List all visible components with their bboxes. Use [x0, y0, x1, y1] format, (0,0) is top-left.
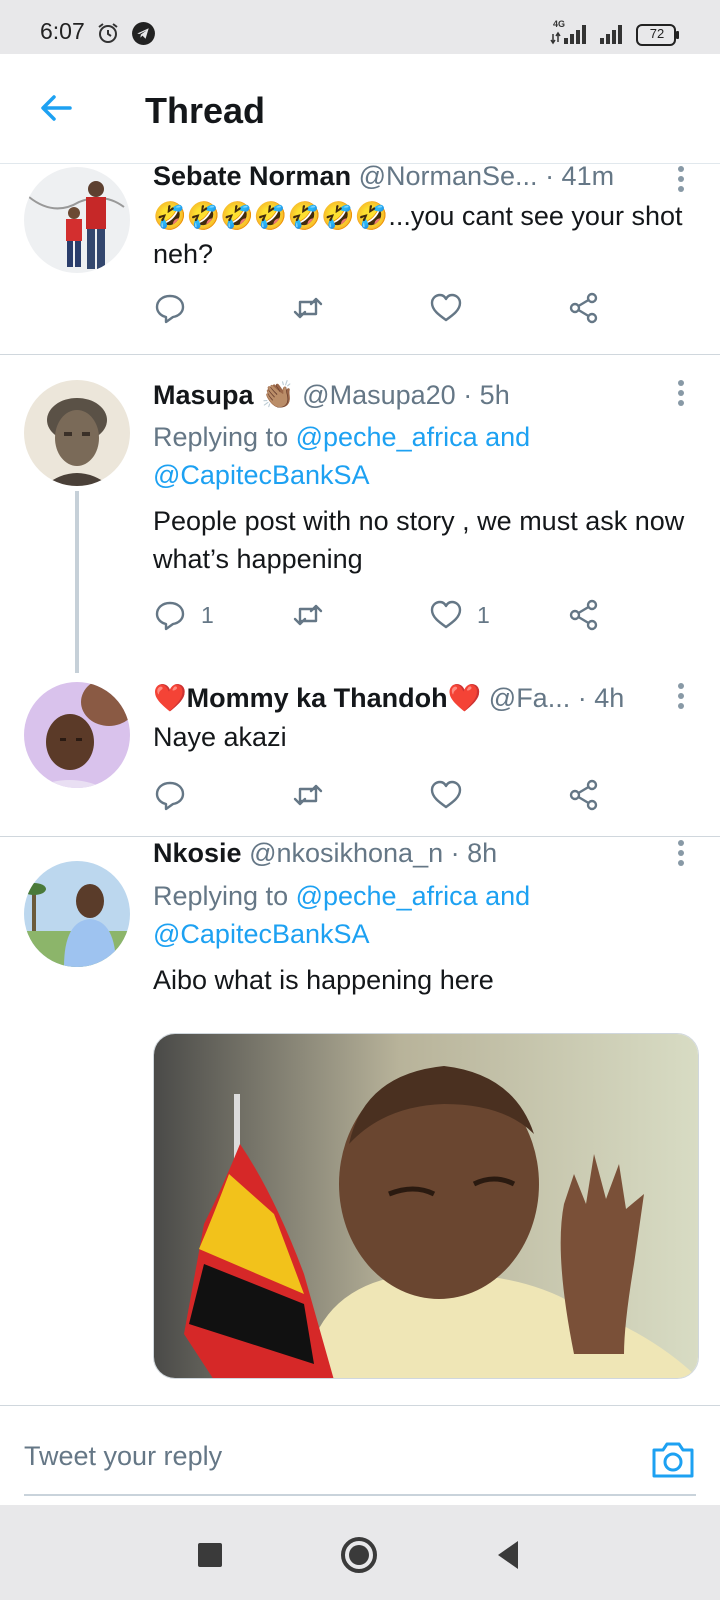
- share-button[interactable]: [567, 595, 601, 635]
- tweet-author-name[interactable]: Masupa 👏🏽: [153, 380, 295, 410]
- like-icon: [430, 780, 462, 809]
- share-icon: [569, 599, 598, 631]
- tweet-text: 🤣🤣🤣🤣🤣🤣🤣...you cant see your shot neh?: [153, 201, 683, 269]
- avatar[interactable]: [24, 861, 130, 967]
- status-bar: 6:07 4G 72: [0, 0, 720, 54]
- tweet-actions: 1 1: [153, 595, 673, 635]
- share-icon: [569, 292, 598, 324]
- system-nav-bar: [0, 1505, 720, 1600]
- tweet-timestamp: · 5h: [463, 380, 510, 410]
- tweet-timestamp: · 41m: [545, 161, 615, 191]
- tweet-actions: [153, 775, 673, 815]
- retweet-icon: [293, 297, 323, 319]
- tweet-timestamp: · 4h: [577, 683, 625, 713]
- retweet-button[interactable]: [291, 595, 325, 635]
- replying-and: and: [477, 422, 531, 452]
- tweet-author-handle[interactable]: @Fa...: [489, 683, 570, 713]
- mention-link[interactable]: @CapitecBankSA: [153, 919, 370, 949]
- tweet-author-name[interactable]: Nkosie: [153, 838, 242, 868]
- reply-composer: Tweet your reply: [0, 1405, 720, 1505]
- signal-icon: [550, 25, 586, 45]
- reply-button[interactable]: [153, 288, 187, 328]
- thread-connector: [75, 491, 79, 673]
- replying-and: and: [477, 881, 531, 911]
- like-count: 1: [477, 601, 490, 628]
- like-icon: [430, 293, 462, 322]
- tweet-text: Aibo what is happening here: [153, 965, 494, 995]
- more-vertical-icon[interactable]: [670, 682, 692, 712]
- reply-input-underline: [24, 1494, 696, 1496]
- more-vertical-icon[interactable]: [670, 379, 692, 409]
- telegram-icon: [132, 22, 155, 45]
- tweet-author-name[interactable]: Sebate Norman: [153, 161, 351, 191]
- tweet-author-handle[interactable]: @NormanSe...: [359, 161, 538, 191]
- tweet-author-name[interactable]: ❤️Mommy ka Thandoh❤️: [153, 683, 481, 713]
- replying-to-label: Replying to: [153, 422, 296, 452]
- avatar[interactable]: [24, 167, 130, 273]
- like-button[interactable]: [429, 775, 463, 815]
- page-title: Thread: [145, 90, 266, 131]
- back-arrow-icon[interactable]: [32, 84, 80, 132]
- share-button[interactable]: [567, 775, 601, 815]
- tweet-text: Naye akazi: [153, 722, 287, 752]
- status-time: 6:07: [40, 18, 85, 44]
- replying-to: Replying to @peche_africa and @CapitecBa…: [153, 877, 693, 953]
- back-icon[interactable]: [486, 1533, 530, 1577]
- retweet-icon: [293, 604, 323, 626]
- mention-link[interactable]: @CapitecBankSA: [153, 460, 370, 490]
- battery-level: 72: [649, 26, 665, 41]
- recents-icon[interactable]: [188, 1533, 232, 1577]
- alarm-icon: [98, 23, 118, 43]
- thread-header: Thread: [0, 54, 720, 164]
- tweet-media-image[interactable]: [153, 1033, 699, 1379]
- reply-icon: [155, 601, 185, 631]
- avatar[interactable]: [24, 682, 130, 788]
- replying-to-label: Replying to: [153, 881, 296, 911]
- like-icon: [430, 600, 462, 629]
- more-vertical-icon[interactable]: [670, 165, 692, 195]
- camera-icon[interactable]: [650, 1438, 696, 1480]
- tweet[interactable]: Masupa 👏🏽 @Masupa20 · 5h Replying to @pe…: [0, 355, 720, 673]
- reply-icon: [155, 294, 185, 324]
- tweet-timestamp: · 8h: [450, 838, 498, 868]
- tweet-author-handle[interactable]: @nkosikhona_n: [249, 838, 443, 868]
- home-icon[interactable]: [337, 1533, 381, 1577]
- retweet-button[interactable]: [291, 775, 325, 815]
- reply-icon: [155, 781, 185, 811]
- retweet-button[interactable]: [291, 288, 325, 328]
- mention-link[interactable]: @peche_africa: [296, 422, 478, 452]
- reply-button[interactable]: 1: [153, 595, 214, 635]
- replying-to: Replying to @peche_africa and @CapitecBa…: [153, 418, 693, 494]
- tweet[interactable]: Sebate Norman @NormanSe... · 41m 🤣🤣🤣🤣🤣🤣🤣…: [0, 161, 720, 355]
- tweet-text: People post with no story , we must ask …: [153, 506, 685, 574]
- more-vertical-icon[interactable]: [670, 839, 692, 869]
- tweet-actions: [153, 288, 673, 328]
- signal-icon: [600, 25, 622, 44]
- tweet-author-handle[interactable]: @Masupa20: [302, 380, 456, 410]
- mention-link[interactable]: @peche_africa: [296, 881, 478, 911]
- retweet-icon: [293, 784, 323, 806]
- tweet[interactable]: ❤️Mommy ka Thandoh❤️ @Fa... · 4h Naye ak…: [0, 665, 720, 835]
- reply-button[interactable]: [153, 775, 187, 815]
- share-button[interactable]: [567, 288, 601, 328]
- share-icon: [569, 779, 598, 811]
- reply-input[interactable]: Tweet your reply: [24, 1441, 222, 1472]
- avatar[interactable]: [24, 380, 130, 486]
- reply-count: 1: [201, 601, 214, 628]
- like-button[interactable]: [429, 288, 463, 328]
- like-button[interactable]: 1: [429, 595, 490, 635]
